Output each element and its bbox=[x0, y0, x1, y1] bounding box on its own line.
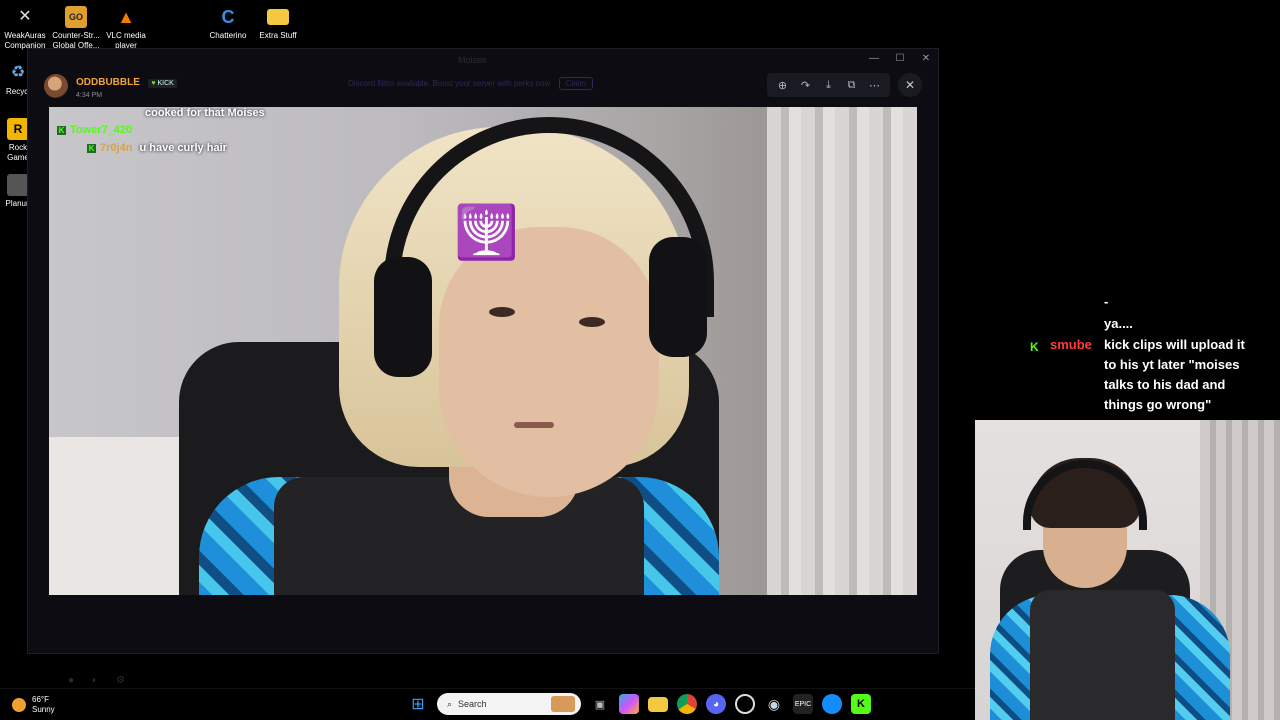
steam-icon[interactable]: ◉ bbox=[764, 694, 784, 714]
minimize-icon[interactable]: — bbox=[868, 53, 880, 64]
chat-message-line: kick clips will upload it bbox=[1104, 337, 1245, 352]
csgo-icon: GO bbox=[65, 6, 87, 28]
chatterino-icon: C bbox=[221, 7, 235, 27]
sun-icon bbox=[12, 698, 26, 712]
heart-icon: ♥ bbox=[151, 80, 156, 87]
weather-temp: 66°F bbox=[32, 695, 49, 704]
taskbar: 66°F Sunny ⊞ ⌕ Search ▣ ◕ ◉ EPIC K bbox=[0, 688, 975, 720]
vest bbox=[1030, 590, 1175, 720]
post-time: 4:34 PM bbox=[76, 92, 103, 99]
chat-user: Tower7_420 bbox=[70, 124, 133, 136]
chat-fragment: - bbox=[1104, 294, 1109, 309]
weather-widget[interactable]: 66°F Sunny bbox=[12, 695, 55, 715]
headphone-cup bbox=[374, 257, 432, 377]
image-poster: ODDBUBBLE ♥ KICK 4:34 PM bbox=[44, 72, 177, 99]
avatar[interactable] bbox=[44, 73, 68, 98]
windows-start-icon[interactable]: ⊞ bbox=[408, 694, 428, 714]
chat-message-line: things go wrong" bbox=[1104, 397, 1212, 412]
battlenet-icon[interactable] bbox=[822, 694, 842, 714]
folder-icon bbox=[267, 9, 289, 25]
notice-button[interactable]: Claim bbox=[558, 77, 593, 90]
close-icon[interactable]: ✕ bbox=[920, 53, 932, 64]
chat-line: cooked for that Moises bbox=[145, 107, 265, 119]
maximize-icon[interactable]: ☐ bbox=[894, 53, 906, 64]
task-view-icon[interactable]: ▣ bbox=[590, 694, 610, 714]
search-input[interactable]: ⌕ Search bbox=[437, 693, 581, 715]
mouth bbox=[514, 422, 554, 428]
search-placeholder: Search bbox=[458, 699, 487, 709]
desktop-icon-weakauras[interactable]: ✕ WeakAuras Companion bbox=[0, 2, 53, 51]
close-icon: ✕ bbox=[904, 78, 916, 92]
kick-icon: K bbox=[87, 144, 96, 153]
desktop-icon-label: Chatterino bbox=[209, 31, 247, 40]
chat-message: cooked for that Moises bbox=[145, 107, 265, 119]
copilot-icon[interactable] bbox=[619, 694, 639, 714]
zoom-in-icon[interactable]: ⊕ bbox=[775, 79, 791, 92]
more-icon[interactable]: ⋯ bbox=[867, 79, 883, 92]
taskbar-apps: ⊞ ⌕ Search ▣ ◕ ◉ EPIC K bbox=[408, 693, 871, 715]
epic-games-icon[interactable]: EPIC bbox=[793, 694, 813, 714]
window-title: Moises bbox=[458, 55, 487, 65]
poster-name[interactable]: ODDBUBBLE bbox=[76, 77, 140, 88]
eye bbox=[579, 317, 605, 327]
mic-icon[interactable]: ● bbox=[68, 675, 74, 686]
app-icon bbox=[7, 174, 29, 196]
chat-message: u have curly hair bbox=[139, 142, 227, 154]
image-viewer-toolbar: ⊕ ↷ ⤓ ⧉ ⋯ bbox=[767, 73, 890, 97]
chat-user: 7r0j4n bbox=[100, 142, 133, 154]
file-explorer-icon[interactable] bbox=[648, 696, 668, 712]
weather-desc: Sunny bbox=[32, 705, 55, 714]
curtain bbox=[767, 107, 917, 595]
nitro-notice: Discord Nitro available. Boost your serv… bbox=[348, 77, 593, 90]
desktop-icon-label: Extra Stuff bbox=[259, 31, 297, 40]
chat-message-line: to his yt later "moises bbox=[1104, 357, 1240, 372]
streamer-webcam bbox=[975, 420, 1280, 720]
chat-message-line: talks to his dad and bbox=[1104, 377, 1226, 392]
headset-icon[interactable]: ◐ bbox=[92, 675, 98, 686]
desktop-icon-vlc[interactable]: ▲ VLC media player bbox=[98, 2, 154, 51]
kick-icon: K bbox=[57, 126, 66, 135]
chat-fragment: ya.... bbox=[1104, 316, 1133, 331]
desktop-icon-chatterino[interactable]: C Chatterino bbox=[200, 2, 256, 41]
weakauras-icon: ✕ bbox=[18, 8, 32, 25]
obs-icon[interactable] bbox=[735, 694, 755, 714]
chrome-icon[interactable] bbox=[677, 694, 697, 714]
forward-icon[interactable]: ↷ bbox=[798, 79, 814, 92]
headphones bbox=[1023, 460, 1147, 530]
kick-badge: ♥ KICK bbox=[148, 79, 177, 88]
badge-label: KICK bbox=[157, 80, 174, 87]
search-icon: ⌕ bbox=[447, 698, 453, 709]
close-viewer-button[interactable]: ✕ bbox=[898, 73, 922, 97]
kick-icon[interactable]: K bbox=[851, 694, 871, 714]
desktop-icon-extra-stuff[interactable]: Extra Stuff bbox=[250, 2, 306, 41]
discord-icon[interactable]: ◕ bbox=[706, 694, 726, 714]
rockstar-icon: R bbox=[7, 118, 29, 140]
download-icon[interactable]: ⤓ bbox=[821, 79, 837, 92]
headphone-cup bbox=[649, 237, 707, 357]
chat-line: K Tower7_420 bbox=[57, 124, 132, 136]
recycle-bin-icon: ♻ bbox=[10, 64, 26, 81]
settings-icon[interactable]: ⚙ bbox=[116, 675, 125, 686]
bed bbox=[49, 437, 179, 595]
kick-icon: K bbox=[1030, 337, 1040, 354]
desktop-icon-csgo[interactable]: GO Counter-Str... Global Offe... bbox=[48, 2, 104, 51]
open-external-icon[interactable]: ⧉ bbox=[844, 79, 860, 92]
vlc-icon: ▲ bbox=[117, 7, 135, 27]
notice-text: Discord Nitro available. Boost your serv… bbox=[348, 79, 551, 88]
chat-user: smube bbox=[1050, 337, 1092, 352]
search-highlight-icon bbox=[551, 696, 575, 712]
window-controls: — ☐ ✕ bbox=[868, 53, 932, 64]
chat-line: K 7r0j4n u have curly hair bbox=[87, 142, 227, 154]
stream-screenshot: 🕎 bbox=[49, 107, 917, 595]
